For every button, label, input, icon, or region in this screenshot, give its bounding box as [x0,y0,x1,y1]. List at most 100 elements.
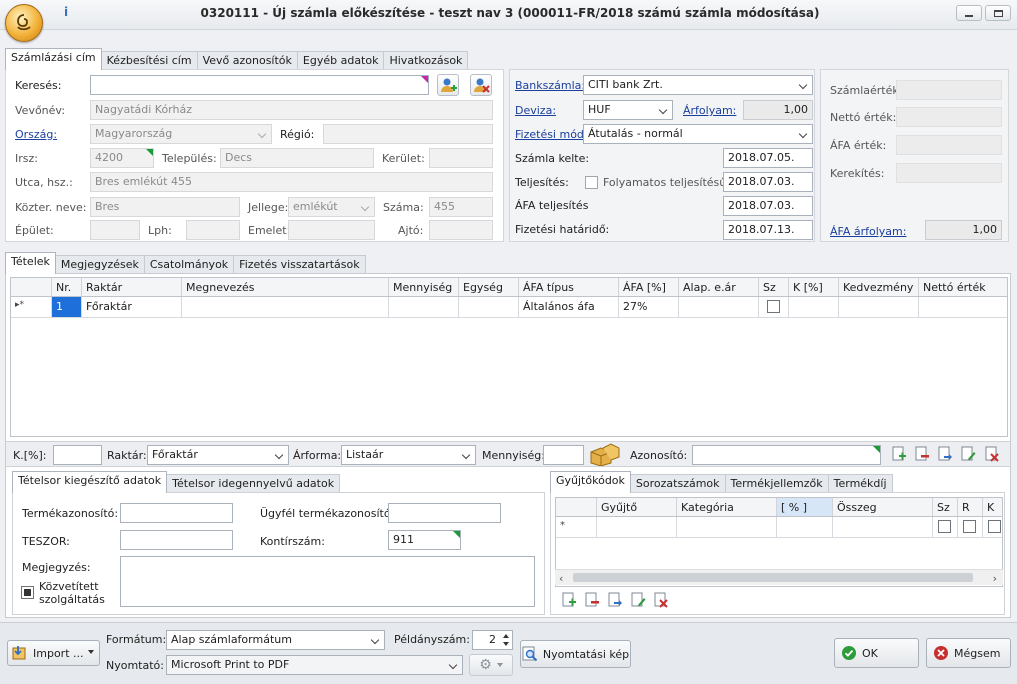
tab-customer-ids[interactable]: Vevő azonosítók [196,51,298,70]
format-select[interactable]: Alap számlaformátum [166,630,385,650]
stepper-arrows-icon[interactable] [500,631,512,649]
col-net-value[interactable]: Nettó érték [919,278,1007,296]
public-type-select[interactable]: emlékút [288,197,375,217]
house-number-field[interactable]: 455 [429,197,493,217]
delete-row-button[interactable] [912,444,932,464]
add-customer-button[interactable] [437,74,459,96]
row-warehouse-cell[interactable]: Főraktár [82,297,182,317]
row-sz-checkbox[interactable] [767,300,780,313]
remove-customer-button[interactable] [470,74,492,96]
district-field[interactable] [429,148,493,168]
collector-remove-all-button[interactable] [651,590,671,610]
row-k-cell[interactable] [789,297,839,317]
tab-serial-numbers[interactable]: Sorozatszámok [629,474,726,493]
collector-delete-button[interactable] [582,590,602,610]
scroll-right-icon[interactable]: › [993,572,997,585]
country-select[interactable]: Magyarország [90,124,272,144]
row-base-price-cell[interactable] [679,297,759,317]
maximize-button[interactable] [985,5,1011,21]
col-base-price[interactable]: Alap. e.ár [679,278,759,296]
scroll-left-icon[interactable]: ‹ [559,572,563,585]
vat-fulfillment-date-field[interactable]: 2018.07.03. [723,196,813,216]
continuous-fulfillment-checkbox[interactable] [585,176,598,189]
row-nr-cell[interactable]: 1 [52,297,82,317]
tab-other-data[interactable]: Egyéb adatok [296,51,385,70]
exchange-rate-label[interactable]: Árfolyam: [683,104,736,117]
bank-account-label[interactable]: Bankszámla: [515,79,585,92]
c-sz-cell[interactable] [933,517,958,537]
edit-row-button[interactable] [958,444,978,464]
import-button[interactable]: Import ... [7,640,100,666]
collector-move-button[interactable] [605,590,625,610]
mediated-service-checkbox[interactable] [21,586,34,599]
tab-notes[interactable]: Megjegyzések [54,255,145,274]
print-preview-button[interactable]: Nyomtatási kép [520,640,631,668]
row-name-cell[interactable] [182,297,389,317]
tab-row-extra-data[interactable]: Tételsor kiegészítő adatok [12,471,168,493]
category-cell[interactable] [677,517,777,537]
col-quantity[interactable]: Mennyiség [389,278,459,296]
door-field[interactable] [429,220,493,240]
row-vat-type-cell[interactable]: Általános áfa [519,297,619,317]
c-sz-checkbox[interactable] [938,520,951,533]
note-textarea[interactable] [120,556,535,607]
tab-product-properties[interactable]: Termékjellemzők [724,474,829,493]
entry-quantity-field[interactable] [543,445,584,465]
collector-hscrollbar[interactable]: ‹ › [555,569,1003,585]
minimize-button[interactable] [956,5,982,21]
search-input[interactable] [90,75,429,95]
col-name[interactable]: Megnevezés [182,278,389,296]
invoice-date-field[interactable]: 2018.07.05. [723,148,813,168]
teszor-field[interactable] [120,530,233,550]
remove-all-button[interactable] [982,444,1002,464]
row-sz-cell[interactable] [759,297,789,317]
entry-warehouse-select[interactable]: Főraktár [147,445,289,465]
tab-billing-address[interactable]: Számlázási cím [5,48,102,70]
table-row[interactable]: * [556,517,1002,538]
c-k-checkbox[interactable] [988,520,1001,533]
row-discount-cell[interactable] [839,297,919,317]
tab-row-foreign-data[interactable]: Tételsor idegennyelvű adatok [166,474,341,493]
tab-collector-codes[interactable]: Gyűjtőkódok [550,471,631,493]
col-collector[interactable]: Gyűjtő [597,498,677,516]
tab-items[interactable]: Tételek [5,252,56,274]
tab-references[interactable]: Hivatkozások [383,51,469,70]
col-discount[interactable]: Kedvezmény [839,278,919,296]
stock-button[interactable] [588,441,622,467]
col-percent[interactable]: [ % ] [777,498,833,516]
city-field[interactable]: Decs [220,148,374,168]
col-c-r[interactable]: R [958,498,983,516]
col-nr[interactable]: Nr. [52,278,82,296]
col-warehouse[interactable]: Raktár [82,278,182,296]
tab-product-fee[interactable]: Termékdíj [827,474,893,493]
currency-label[interactable]: Deviza: [515,104,556,117]
collector-cell[interactable] [597,517,677,537]
tab-attachments[interactable]: Csatolmányok [143,255,235,274]
staircase-field[interactable] [186,220,240,240]
col-vat-pct[interactable]: ÁFA [%] [619,278,679,296]
k-pct-field[interactable] [53,445,102,465]
col-k-pct[interactable]: K [%] [789,278,839,296]
collector-add-button[interactable] [559,590,579,610]
printer-select[interactable]: Microsoft Print to PDF [166,655,463,675]
building-field[interactable] [90,220,140,240]
col-amount[interactable]: Összeg [833,498,933,516]
col-vat-type[interactable]: ÁFA típus [519,278,619,296]
add-row-button[interactable] [889,444,909,464]
move-row-button[interactable] [935,444,955,464]
printer-settings-button[interactable]: ⚙ [469,654,513,676]
region-field[interactable] [323,124,493,144]
payment-deadline-field[interactable]: 2018.07.13. [723,220,813,240]
table-row[interactable]: ▸* 1 Főraktár Általános áfa 27% [11,297,1007,318]
ok-button[interactable]: OK [834,638,919,668]
tab-delivery-address[interactable]: Kézbesítési cím [100,51,198,70]
bank-account-select[interactable]: CITI bank Zrt. [583,75,813,95]
info-icon[interactable]: i [64,5,68,19]
public-place-field[interactable]: Bres [90,197,240,217]
row-net-cell[interactable] [919,297,1007,317]
identifier-field[interactable] [692,445,881,465]
collector-edit-button[interactable] [628,590,648,610]
row-vat-pct-cell[interactable]: 27% [619,297,679,317]
col-c-sz[interactable]: Sz [933,498,958,516]
row-unit-cell[interactable] [459,297,519,317]
